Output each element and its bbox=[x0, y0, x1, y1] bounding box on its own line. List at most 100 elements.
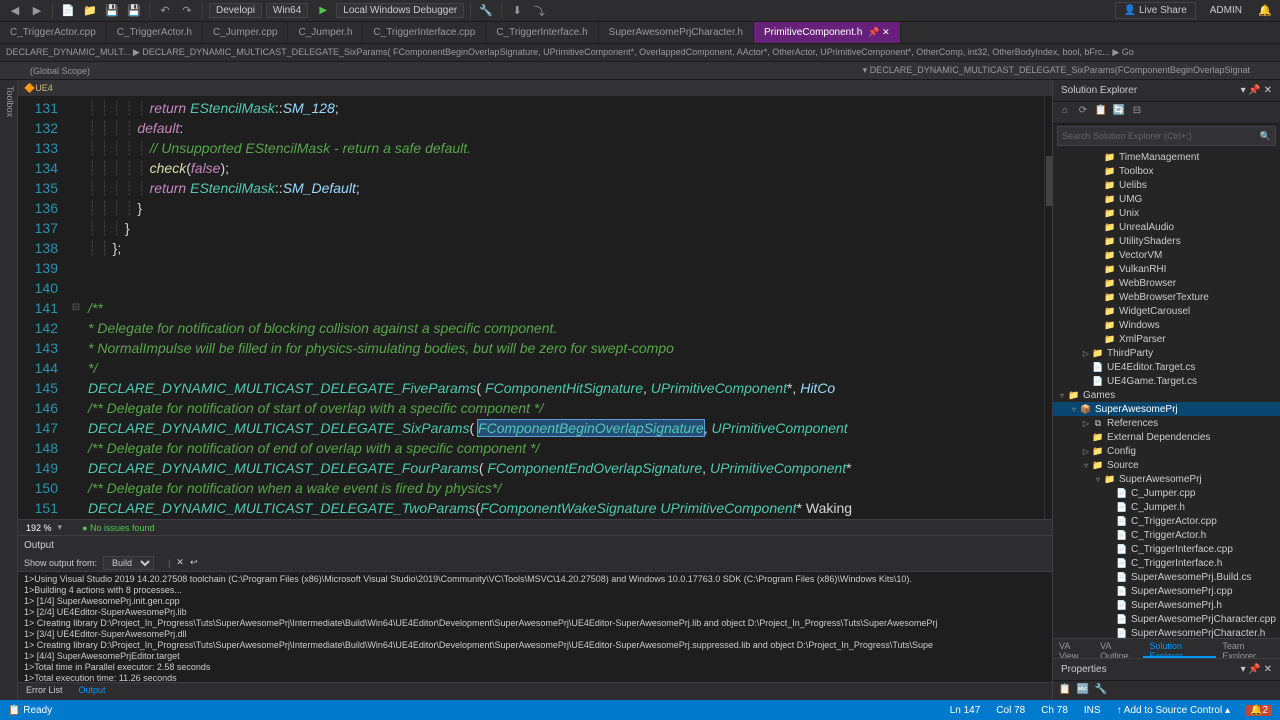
run-icon[interactable]: ▶ bbox=[314, 2, 332, 20]
issues-status[interactable]: ● No issues found bbox=[82, 523, 154, 533]
tree-item-unrealaudio[interactable]: 📁UnrealAudio bbox=[1053, 220, 1280, 234]
scrollbar[interactable] bbox=[1044, 96, 1052, 519]
panel-tab-team-explorer[interactable]: Team Explorer bbox=[1216, 639, 1280, 658]
new-icon[interactable]: 📄 bbox=[59, 2, 77, 20]
tree-item-webbrowser[interactable]: 📁WebBrowser bbox=[1053, 276, 1280, 290]
solution-toolbar: ⌂ ⟳ 📋 🔄 ⊟ bbox=[1053, 102, 1280, 124]
panel-tab-va-outline[interactable]: VA Outline bbox=[1094, 639, 1143, 658]
output-tab-output[interactable]: Output bbox=[71, 683, 114, 700]
tree-item-thirdparty[interactable]: ▷📁ThirdParty bbox=[1053, 346, 1280, 360]
forward-icon[interactable]: ▶ bbox=[28, 2, 46, 20]
code-editor[interactable]: 🔶 UE4 1311321331341351361371381391401411… bbox=[18, 80, 1052, 700]
tree-item-ue4game-target-cs[interactable]: 📄UE4Game.Target.cs bbox=[1053, 374, 1280, 388]
clear-icon[interactable]: ✕ bbox=[176, 557, 184, 568]
save-all-icon[interactable]: 💾 bbox=[125, 2, 143, 20]
tab-c_triggeractor-cpp[interactable]: C_TriggerActor.cpp bbox=[0, 22, 107, 43]
tree-item-vectorvm[interactable]: 📁VectorVM bbox=[1053, 248, 1280, 262]
tree-item-uelibs[interactable]: 📁Uelibs bbox=[1053, 178, 1280, 192]
tree-item-games[interactable]: ▿📁Games bbox=[1053, 388, 1280, 402]
output-text[interactable]: 1>Using Visual Studio 2019 14.20.27508 t… bbox=[18, 572, 1052, 682]
sync-icon[interactable]: ⟳ bbox=[1075, 105, 1091, 121]
categorize-icon[interactable]: 📋 bbox=[1057, 684, 1073, 700]
run-target-dropdown[interactable]: Local Windows Debugger bbox=[336, 3, 464, 18]
add-source-control[interactable]: ↑ Add to Source Control ▴ bbox=[1117, 705, 1230, 716]
live-share-button[interactable]: 👤 Live Share bbox=[1115, 2, 1196, 19]
debug-icon[interactable]: 🔧 bbox=[477, 2, 495, 20]
tab-c_jumper-cpp[interactable]: C_Jumper.cpp bbox=[203, 22, 288, 43]
breadcrumb[interactable]: DECLARE_DYNAMIC_MULT... ▶ DECLARE_DYNAMI… bbox=[0, 44, 1280, 62]
tab-c_triggerinterface-h[interactable]: C_TriggerInterface.h bbox=[486, 22, 598, 43]
step-over-icon[interactable]: ⤵ bbox=[530, 2, 548, 20]
notif-count[interactable]: 🔔2 bbox=[1246, 705, 1272, 716]
tree-item-config[interactable]: ▷📁Config bbox=[1053, 444, 1280, 458]
tree-item-superawesomeprj-build-cs[interactable]: 📄SuperAwesomePrj.Build.cs bbox=[1053, 570, 1280, 584]
status-ln: Ln 147 bbox=[950, 705, 981, 716]
tree-item-c_jumper-h[interactable]: 📄C_Jumper.h bbox=[1053, 500, 1280, 514]
tree-item-c_jumper-cpp[interactable]: 📄C_Jumper.cpp bbox=[1053, 486, 1280, 500]
tree-item-c_triggeractor-cpp[interactable]: 📄C_TriggerActor.cpp bbox=[1053, 514, 1280, 528]
notif-icon[interactable]: 🔔 bbox=[1256, 2, 1274, 20]
panel-tab-solution-explorer[interactable]: Solution Explorer bbox=[1143, 639, 1216, 658]
alpha-icon[interactable]: 🔤 bbox=[1075, 684, 1091, 700]
tree-item-references[interactable]: ▷⧉References bbox=[1053, 416, 1280, 430]
tree-item-superawesomeprj-h[interactable]: 📄SuperAwesomePrj.h bbox=[1053, 598, 1280, 612]
pin-icon[interactable]: ▾ 📌 ✕ bbox=[1241, 85, 1272, 96]
tree-item-superawesomeprj[interactable]: ▿📁SuperAwesomePrj bbox=[1053, 472, 1280, 486]
tree-item-superawesomeprjcharacter-h[interactable]: 📄SuperAwesomePrjCharacter.h bbox=[1053, 626, 1280, 638]
redo-icon[interactable]: ↷ bbox=[178, 2, 196, 20]
tree-item-webbrowsertexture[interactable]: 📁WebBrowserTexture bbox=[1053, 290, 1280, 304]
tree-item-xmlparser[interactable]: 📁XmlParser bbox=[1053, 332, 1280, 346]
tree-item-utilityshaders[interactable]: 📁UtilityShaders bbox=[1053, 234, 1280, 248]
output-tab-error-list[interactable]: Error List bbox=[18, 683, 71, 700]
solution-search[interactable]: Search Solution Explorer (Ctrl+;) 🔍 bbox=[1057, 126, 1276, 146]
showall-icon[interactable]: 📋 bbox=[1093, 105, 1109, 121]
tree-item-superawesomeprj[interactable]: ▿📦SuperAwesomePrj bbox=[1053, 402, 1280, 416]
tree-item-timemanagement[interactable]: 📁TimeManagement bbox=[1053, 150, 1280, 164]
undo-icon[interactable]: ↶ bbox=[156, 2, 174, 20]
prop-search-icon[interactable]: 🔧 bbox=[1093, 684, 1109, 700]
fold-gutter[interactable]: ⊟ bbox=[68, 96, 84, 519]
tab-c_triggeractor-h[interactable]: C_TriggerActor.h bbox=[107, 22, 203, 43]
tab-c_triggerinterface-cpp[interactable]: C_TriggerInterface.cpp bbox=[363, 22, 486, 43]
save-icon[interactable]: 💾 bbox=[103, 2, 121, 20]
home-icon[interactable]: ⌂ bbox=[1057, 105, 1073, 121]
tree-item-windows[interactable]: 📁Windows bbox=[1053, 318, 1280, 332]
collapse-icon[interactable]: ⊟ bbox=[1129, 105, 1145, 121]
main-toolbar: ◀ ▶ 📄 📁 💾 💾 ↶ ↷ Developi Win64 ▶ Local W… bbox=[0, 0, 1280, 22]
ue4-badge: 🔶 UE4 bbox=[18, 80, 1052, 96]
wrap-icon[interactable]: ↩ bbox=[190, 557, 198, 568]
back-icon[interactable]: ◀ bbox=[6, 2, 24, 20]
tree-item-superawesomeprj-cpp[interactable]: 📄SuperAwesomePrj.cpp bbox=[1053, 584, 1280, 598]
open-icon[interactable]: 📁 bbox=[81, 2, 99, 20]
tree-item-external-dependencies[interactable]: 📁External Dependencies bbox=[1053, 430, 1280, 444]
toolbox-tab[interactable]: Toolbox bbox=[0, 80, 17, 123]
refresh-icon[interactable]: 🔄 bbox=[1111, 105, 1127, 121]
scope-member[interactable]: ▾ DECLARE_DYNAMIC_MULTICAST_DELEGATE_Six… bbox=[843, 65, 1270, 76]
tree-item-widgetcarousel[interactable]: 📁WidgetCarousel bbox=[1053, 304, 1280, 318]
output-from-dropdown[interactable]: Build bbox=[103, 556, 154, 570]
tab-primitivecomponent-h[interactable]: PrimitiveComponent.h📌 ✕ bbox=[754, 22, 901, 43]
solution-tree[interactable]: 📁TimeManagement📁Toolbox📁Uelibs📁UMG📁Unix📁… bbox=[1053, 148, 1280, 638]
config-dropdown[interactable]: Developi bbox=[209, 3, 262, 18]
tree-item-unix[interactable]: 📁Unix bbox=[1053, 206, 1280, 220]
tab-superawesomeprjcharacter-h[interactable]: SuperAwesomePrjCharacter.h bbox=[599, 22, 754, 43]
tab-c_jumper-h[interactable]: C_Jumper.h bbox=[288, 22, 363, 43]
tree-item-c_triggeractor-h[interactable]: 📄C_TriggerActor.h bbox=[1053, 528, 1280, 542]
output-from-label: Show output from: bbox=[24, 558, 97, 568]
tree-item-c_triggerinterface-h[interactable]: 📄C_TriggerInterface.h bbox=[1053, 556, 1280, 570]
zoom-level[interactable]: 192 % bbox=[26, 523, 52, 533]
scope-global[interactable]: (Global Scope) bbox=[10, 66, 110, 76]
tree-item-source[interactable]: ▿📁Source bbox=[1053, 458, 1280, 472]
step-icon[interactable]: ⬇ bbox=[508, 2, 526, 20]
tree-item-superawesomeprjcharacter-cpp[interactable]: 📄SuperAwesomePrjCharacter.cpp bbox=[1053, 612, 1280, 626]
tree-item-toolbox[interactable]: 📁Toolbox bbox=[1053, 164, 1280, 178]
editor-status: 192 % ▾ ● No issues found bbox=[18, 519, 1052, 535]
platform-dropdown[interactable]: Win64 bbox=[266, 3, 308, 18]
pin-icon[interactable]: ▾ 📌 ✕ bbox=[1241, 664, 1272, 675]
panel-tab-va-view[interactable]: VA View bbox=[1053, 639, 1094, 658]
tree-item-umg[interactable]: 📁UMG bbox=[1053, 192, 1280, 206]
code-text[interactable]: ┊ ┊ ┊ ┊ ┊ return EStencilMask::SM_128;┊ … bbox=[84, 96, 1044, 519]
tree-item-vulkanrhi[interactable]: 📁VulkanRHI bbox=[1053, 262, 1280, 276]
tree-item-c_triggerinterface-cpp[interactable]: 📄C_TriggerInterface.cpp bbox=[1053, 542, 1280, 556]
tree-item-ue4editor-target-cs[interactable]: 📄UE4Editor.Target.cs bbox=[1053, 360, 1280, 374]
